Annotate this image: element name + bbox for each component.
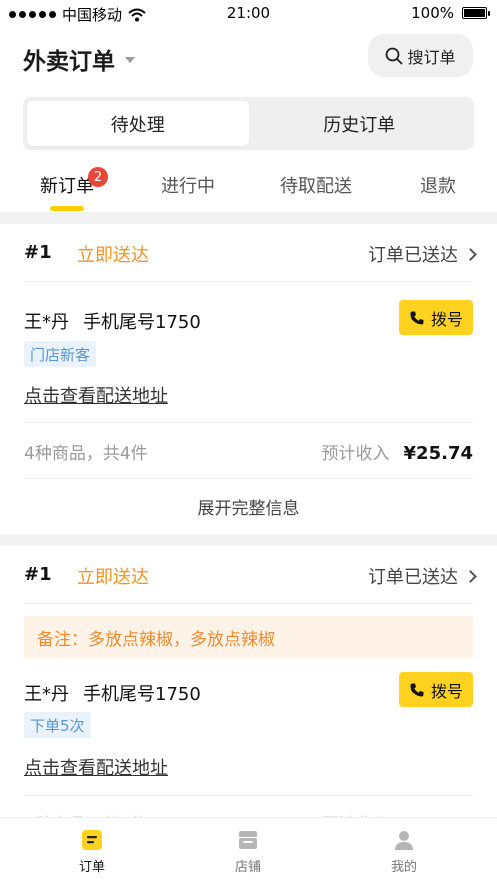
order-note: 备注：多放点辣椒，多放点辣椒	[24, 616, 473, 658]
search-label: 搜订单	[407, 47, 456, 67]
call-button[interactable]: 拨号	[399, 672, 473, 707]
segmented-control: 待处理 历史订单	[23, 97, 474, 150]
status-bar: 中国移动 21:00 100%	[0, 0, 497, 28]
page-title: 外卖订单	[23, 49, 115, 75]
nav-orders[interactable]: 订单	[62, 828, 122, 875]
search-orders-button[interactable]: 搜订单	[368, 34, 473, 77]
bottom-nav: 订单 店铺 我的	[0, 817, 497, 883]
search-icon	[386, 47, 403, 64]
divider	[24, 478, 473, 479]
income-amount: ¥25.74	[403, 443, 473, 464]
caret-down-icon	[125, 57, 135, 63]
income-info: 预计收入 ¥25.74	[322, 439, 473, 464]
store-icon	[239, 831, 257, 849]
chevron-right-icon	[464, 247, 477, 261]
chevron-right-icon	[464, 569, 477, 583]
order-tabs: 新订单 2 进行中 待取配送 退款	[0, 164, 497, 212]
phone-icon	[410, 683, 424, 696]
order-number: #1	[24, 242, 52, 263]
active-tab-indicator	[50, 206, 84, 211]
nav-store-label: 店铺	[234, 860, 261, 875]
address-link[interactable]: 点击查看配送地址	[24, 382, 168, 408]
phone-tail: 手机尾号1750	[83, 684, 201, 705]
tab-in-progress[interactable]: 进行中	[161, 172, 215, 198]
new-orders-badge: 2	[88, 167, 108, 187]
call-label: 拨号	[430, 681, 463, 701]
order-header[interactable]: #1 立即送达 订单已送达	[0, 546, 497, 604]
income-label: 预计收入	[321, 444, 390, 464]
expand-details-button[interactable]: 展开完整信息	[0, 494, 497, 519]
phone-tail: 手机尾号1750	[83, 312, 201, 333]
title-dropdown[interactable]: 外卖订单	[23, 42, 135, 76]
segment-history[interactable]: 历史订单	[249, 101, 471, 146]
order-card: #1 立即送达 订单已送达 备注：多放点辣椒，多放点辣椒 王*丹 手机尾号1750…	[0, 546, 497, 826]
tab-awaiting-pickup[interactable]: 待取配送	[280, 172, 352, 198]
tab-refund[interactable]: 退款	[420, 172, 456, 198]
nav-profile[interactable]: 我的	[374, 828, 434, 875]
status-right: 100%	[411, 4, 490, 22]
orders-icon	[82, 830, 102, 850]
customer-tag: 门店新客	[24, 341, 97, 367]
customer-name: 王*丹	[24, 312, 69, 333]
order-status-label: 订单已送达	[368, 567, 458, 588]
customer-info: 王*丹 手机尾号1750	[24, 680, 215, 706]
divider	[24, 603, 473, 604]
delivery-type: 立即送达	[77, 245, 149, 266]
user-icon	[395, 831, 413, 850]
nav-profile-label: 我的	[390, 860, 417, 875]
battery-percent: 100%	[411, 4, 454, 22]
battery-icon	[462, 7, 490, 19]
call-button[interactable]: 拨号	[399, 300, 473, 335]
order-status[interactable]: 订单已送达	[368, 563, 477, 589]
order-card: #1 立即送达 订单已送达 王*丹 手机尾号1750 拨号 门店新客 点击查看配送…	[0, 224, 497, 534]
divider	[24, 281, 473, 282]
address-link[interactable]: 点击查看配送地址	[24, 754, 168, 780]
order-status[interactable]: 订单已送达	[368, 241, 477, 267]
nav-store[interactable]: 店铺	[218, 828, 278, 875]
tab-new-orders[interactable]: 新订单	[40, 172, 94, 198]
customer-info: 王*丹 手机尾号1750	[24, 308, 215, 334]
customer-name: 王*丹	[24, 684, 69, 705]
header: 外卖订单 搜订单 待处理 历史订单 新订单 2 进行中 待取配送 退款	[0, 28, 497, 212]
nav-orders-label: 订单	[78, 860, 105, 875]
order-summary: 4种商品，共4件 预计收入 ¥25.74	[24, 439, 473, 469]
order-number: #1	[24, 564, 52, 585]
divider	[24, 422, 473, 423]
items-summary: 4种商品，共4件	[24, 444, 148, 464]
call-label: 拨号	[430, 309, 463, 329]
order-status-label: 订单已送达	[368, 245, 458, 266]
phone-icon	[410, 311, 424, 324]
divider	[24, 795, 473, 796]
delivery-type: 立即送达	[77, 567, 149, 588]
order-header[interactable]: #1 立即送达 订单已送达	[0, 224, 497, 282]
customer-tag: 下单5次	[24, 712, 91, 738]
segment-pending[interactable]: 待处理	[27, 101, 249, 146]
